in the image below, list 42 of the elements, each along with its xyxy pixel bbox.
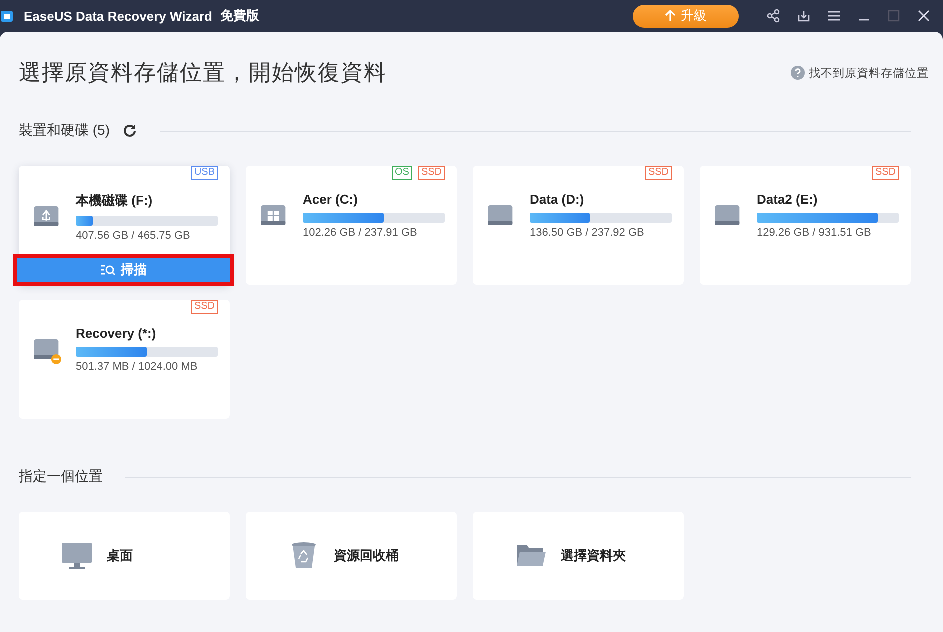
location-label: 資源回收桶 <box>334 547 399 565</box>
drive-name: Acer (C:) <box>303 192 359 207</box>
drive-card[interactable]: SSD Data (D:) 136.50 GB / 237.92 GB <box>473 166 684 285</box>
menu-icon[interactable] <box>827 9 841 23</box>
section-title: 指定一個位置 <box>19 468 103 486</box>
drive-tag: SSD <box>645 166 672 180</box>
drive-card[interactable]: OS SSD Acer (C:) 102.26 GB / 237.91 GB <box>246 166 457 285</box>
monitor-icon <box>61 542 93 570</box>
section-title: 裝置和硬碟 (5) <box>19 122 110 140</box>
drive-tag: USB <box>191 166 218 180</box>
drive-name: 本機磁碟 (F:) <box>76 192 154 210</box>
download-icon[interactable] <box>797 9 811 23</box>
drive-name: Data2 (E:) <box>757 192 819 207</box>
drive-tag: OS <box>392 166 412 180</box>
location-card[interactable]: 選擇資料夾 <box>473 512 684 600</box>
help-icon <box>791 66 805 80</box>
drive-card[interactable]: SSD Data2 (E:) 129.26 GB / 931.51 GB <box>700 166 911 285</box>
refresh-icon[interactable] <box>122 123 138 139</box>
drive-card[interactable]: SSD Recovery (*:) 501.37 MB / 1024.00 MB <box>19 300 230 419</box>
drive-tag: SSD <box>872 166 899 180</box>
window-title: EaseUS Data Recovery Wizard <box>24 8 212 24</box>
search-icon <box>100 264 116 276</box>
drive-tag: SSD <box>191 300 218 314</box>
drive-size: 501.37 MB / 1024.00 MB <box>76 361 199 373</box>
drive-size: 136.50 GB / 237.92 GB <box>530 227 646 239</box>
location-label: 桌面 <box>107 547 133 565</box>
location-card[interactable]: 桌面 <box>19 512 230 600</box>
drive-name: Recovery (*:) <box>76 326 158 341</box>
location-label: 選擇資料夾 <box>561 547 626 565</box>
help-link[interactable]: 找不到原資料存儲位置 <box>791 66 929 80</box>
app-logo-icon <box>0 9 14 23</box>
up-arrow-icon <box>665 10 676 22</box>
drive-tag: SSD <box>418 166 445 180</box>
edition-label: 免費版 <box>220 7 260 25</box>
location-card[interactable]: 資源回收桶 <box>246 512 457 600</box>
close-icon[interactable] <box>917 9 931 23</box>
drive-size: 129.26 GB / 931.51 GB <box>757 227 872 239</box>
drive-size: 102.26 GB / 237.91 GB <box>303 227 418 239</box>
drive-name: Data (D:) <box>530 192 586 207</box>
share-icon[interactable] <box>767 9 781 23</box>
drive-size: 407.56 GB / 465.75 GB <box>76 230 192 242</box>
page-heading: 選擇原資料存儲位置，開始恢復資料 <box>19 59 387 87</box>
